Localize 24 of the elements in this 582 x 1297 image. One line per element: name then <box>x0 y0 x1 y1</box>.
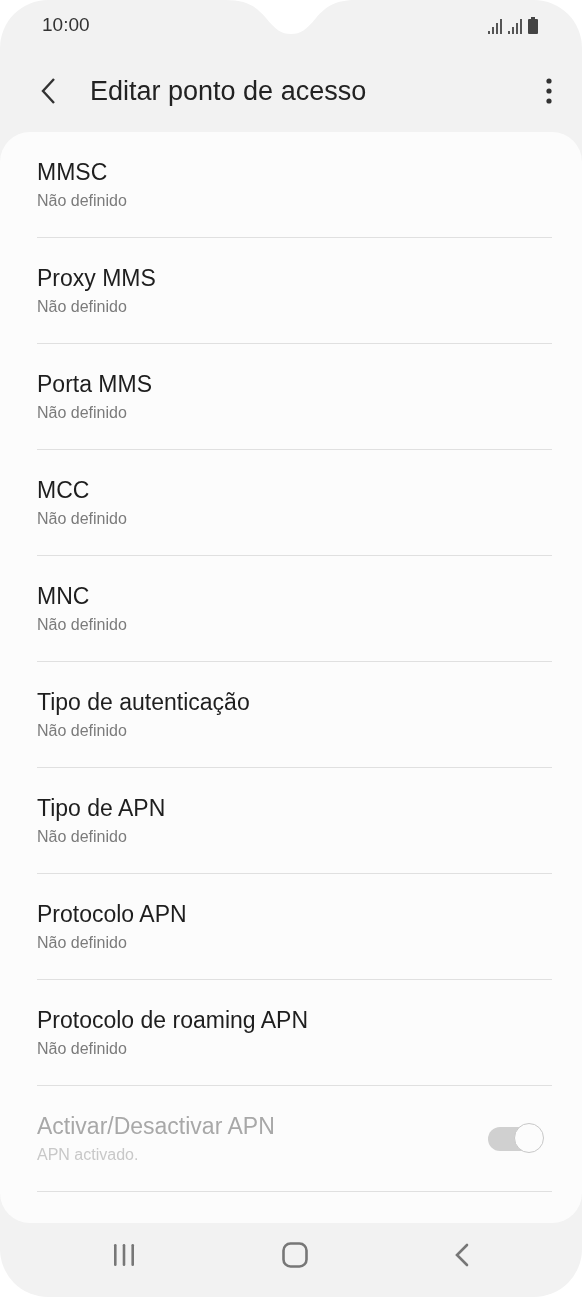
setting-value: Não definido <box>37 298 128 316</box>
page-title: Editar ponto de acesso <box>90 75 368 107</box>
setting-title[interactable]: Porta MMS <box>37 371 153 398</box>
setting-title[interactable]: Proxy MMS <box>37 265 156 292</box>
setting-value: Não definido <box>37 404 128 422</box>
setting-value: Não definido <box>37 616 127 634</box>
setting-value: Não definido <box>37 510 127 528</box>
setting-title[interactable]: MCC <box>37 477 127 504</box>
setting-value: Não definido <box>37 1040 128 1058</box>
battery-icon <box>528 16 538 34</box>
setting-value: Não definido <box>37 192 127 210</box>
setting-value: Não definido <box>37 828 128 846</box>
more-options-icon <box>546 78 552 104</box>
signal-icon <box>508 17 524 34</box>
setting-value: Não definido <box>37 722 128 740</box>
setting-title[interactable]: MMSC <box>37 159 127 186</box>
setting-title[interactable]: MNC <box>37 583 127 610</box>
setting-title[interactable]: Protocolo de roaming APN <box>37 1007 309 1034</box>
setting-title[interactable]: Protocolo APN <box>37 901 187 928</box>
setting-title[interactable]: Tipo de APN <box>37 795 166 822</box>
setting-title[interactable]: Tipo de autenticação <box>37 689 250 716</box>
clock-time: 10:00 <box>42 14 90 36</box>
signal-icon <box>488 17 504 34</box>
setting-value: Não definido <box>37 934 128 952</box>
